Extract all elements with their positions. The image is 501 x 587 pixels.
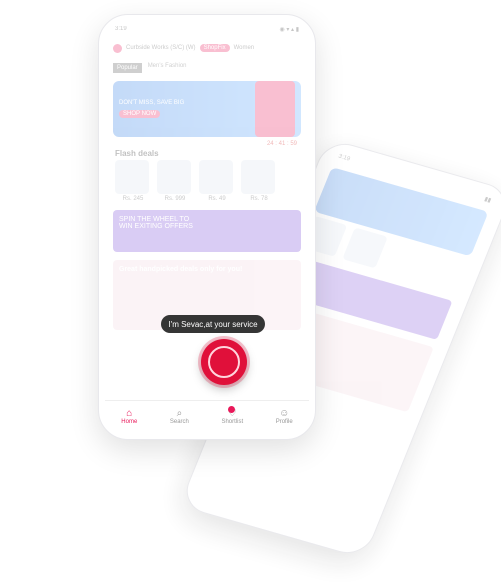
top-bar: Curbside Works (S/C) (W) ShopFix Women <box>105 37 309 59</box>
deal-image <box>157 160 191 194</box>
tab-women[interactable]: Women <box>234 45 255 51</box>
assistant-ring-icon <box>208 346 240 378</box>
location-label[interactable]: Curbside Works (S/C) (W) <box>126 45 196 51</box>
deal-item[interactable]: Rs. 78 <box>241 160 277 202</box>
deal-price: Rs. 49 <box>208 196 226 202</box>
hero-banner[interactable]: DON'T MISS, SAVE BIG SHOP NOW <box>113 81 301 137</box>
deal-item[interactable]: Rs. 999 <box>157 160 193 202</box>
nav-home[interactable]: ⌂ Home <box>121 408 138 426</box>
search-icon: ⌕ <box>176 408 183 419</box>
spin-wheel-banner[interactable]: SPIN THE WHEEL TO WIN EXITING OFFERS <box>113 210 301 252</box>
flash-deals-list: Rs. 245 Rs. 999 Rs. 49 Rs. 78 <box>105 160 309 202</box>
nav-label: Profile <box>275 419 293 425</box>
promo-text: Great handpicked deals only for you! <box>119 266 243 273</box>
front-screen: 3:19 ◉ ▾ ▴ ▮ Curbside Works (S/C) (W) Sh… <box>105 21 309 433</box>
nav-label: Search <box>169 419 189 425</box>
side-banner[interactable] <box>255 81 295 137</box>
user-icon: ☺ <box>279 408 290 419</box>
status-time: 3:19 <box>337 153 351 163</box>
assistant-tooltip: I'm Sevac,at your service <box>161 315 265 333</box>
spin-line2: WIN EXITING OFFERS <box>119 223 193 230</box>
home-icon: ⌂ <box>126 408 133 419</box>
brand-pill[interactable]: ShopFix <box>199 44 230 52</box>
deal-image <box>199 160 233 194</box>
assistant-button[interactable] <box>201 339 247 385</box>
deal-item[interactable]: Rs. 245 <box>115 160 151 202</box>
nav-label: Home <box>121 419 138 425</box>
deal-image <box>241 160 275 194</box>
nav-search[interactable]: ⌕ Search <box>169 408 189 426</box>
flash-deals-title: Flash deals <box>115 149 159 158</box>
deal-price: Rs. 999 <box>164 196 186 202</box>
deal-item[interactable]: Rs. 49 <box>199 160 235 202</box>
tab-mens-fashion[interactable]: Men's Fashion <box>148 63 187 73</box>
deal-price: Rs. 78 <box>250 196 268 202</box>
banner-cta[interactable]: SHOP NOW <box>119 110 161 118</box>
phone-front: 3:19 ◉ ▾ ▴ ▮ Curbside Works (S/C) (W) Sh… <box>98 14 316 440</box>
deal-image <box>115 160 149 194</box>
tab-popular[interactable]: Popular <box>113 63 142 73</box>
status-icons: ◉ ▾ ▴ ▮ <box>279 26 299 33</box>
bottom-nav: ⌂ Home ⌕ Search ♡ Shortlist ☺ Profile <box>105 400 309 433</box>
app-logo-icon <box>113 43 122 53</box>
nav-profile[interactable]: ☺ Profile <box>275 408 293 426</box>
status-bar: 3:19 ◉ ▾ ▴ ▮ <box>105 21 309 37</box>
nav-label: Shortlist <box>221 419 244 425</box>
spin-line1: SPIN THE WHEEL TO <box>119 216 190 223</box>
app-content: 3:19 ◉ ▾ ▴ ▮ Curbside Works (S/C) (W) Sh… <box>105 21 309 330</box>
status-time: 3:19 <box>115 26 127 32</box>
deal-price: Rs. 245 <box>122 196 144 202</box>
banner-text: DON'T MISS, SAVE BIG <box>119 100 185 106</box>
category-tabs: Popular Men's Fashion <box>105 59 309 77</box>
nav-shortlist[interactable]: ♡ Shortlist <box>221 406 244 425</box>
